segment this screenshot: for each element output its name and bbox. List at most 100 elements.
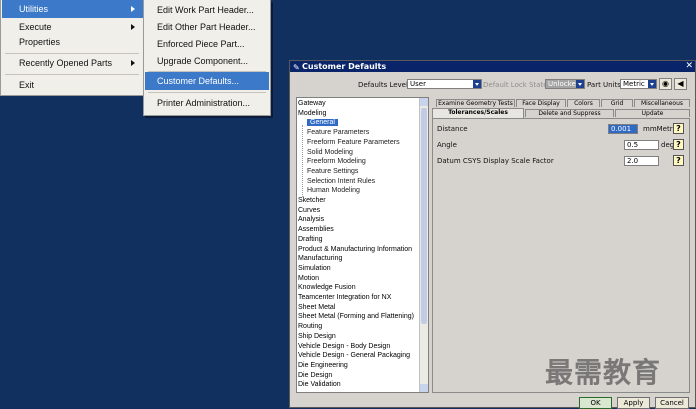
scroll-down-icon[interactable] [420, 384, 428, 392]
tab-label: Colors [574, 100, 593, 107]
back-arrow-button[interactable]: ◀ [674, 78, 687, 90]
tab-label: Face Display [522, 100, 560, 107]
tree-item-label: Die Design [298, 371, 333, 379]
tab-tolerances-scales[interactable]: Tolerances/Scales [432, 108, 524, 118]
datum-help-button[interactable]: ? [673, 155, 684, 166]
dropdown-arrow-icon [648, 80, 656, 88]
menu-item-edit-work-part-header[interactable]: Edit Work Part Header... [145, 1, 269, 19]
tab-face-display[interactable]: Face Display [516, 99, 566, 107]
tree-item[interactable]: Assemblies [297, 225, 422, 234]
tree-item[interactable]: Die Validation [297, 380, 422, 389]
tree-item[interactable]: Solid Modeling [297, 148, 428, 157]
datum-csys-scale-label: Datum CSYS Display Scale Factor [437, 157, 554, 165]
menu-item-label: Printer Administration... [157, 98, 251, 108]
tree-item[interactable]: Manufacturing [297, 254, 422, 263]
menu-item-upgrade-component[interactable]: Upgrade Component... [145, 52, 269, 70]
tree-item[interactable]: Routing [297, 322, 422, 331]
tree-item-label: Sheet Metal [298, 303, 336, 311]
tab-examine-geometry-tests[interactable]: Examine Geometry Tests [436, 99, 515, 107]
tab-label: Tolerances/Scales [448, 109, 508, 116]
tab-grid[interactable]: Grid [601, 99, 633, 107]
category-tree[interactable]: Gateway Modeling General Feature Parameters… [296, 97, 429, 393]
tree-item[interactable]: Knowledge Fusion [297, 283, 422, 292]
tab-delete-and-suppress[interactable]: Delete and Suppress [525, 109, 614, 117]
tree-item[interactable]: Teamcenter Integration for NX [297, 293, 422, 302]
dialog-title-bar: ✎ Customer Defaults ✕ [290, 61, 695, 72]
tree-item[interactable]: Die Design [297, 371, 422, 380]
tree-item[interactable]: Feature Parameters [297, 128, 428, 137]
tab-miscellaneous[interactable]: Miscellaneous [634, 99, 690, 107]
tree-item[interactable]: Ship Design [297, 332, 422, 341]
menu-item-edit-other-part-header[interactable]: Edit Other Part Header... [145, 18, 269, 36]
menu-separator [5, 74, 139, 75]
tree-item[interactable]: Sheet Metal (Forming and Flattening) [297, 312, 422, 321]
tree-item[interactable]: Freeform Feature Parameters [297, 138, 428, 147]
menu-item-label: Customer Defaults... [157, 76, 240, 86]
tree-scrollbar[interactable] [419, 98, 428, 392]
tree-item[interactable]: Die Engineering [297, 361, 422, 370]
cancel-button[interactable]: Cancel [655, 397, 689, 409]
tree-item-label: Sheet Metal (Forming and Flattening) [298, 313, 414, 321]
menu-item-properties[interactable]: Properties [2, 33, 143, 51]
tree-item-label: Motion [298, 274, 320, 282]
tree-item[interactable]: Simulation [297, 264, 422, 273]
tab-update[interactable]: Update [615, 109, 690, 117]
tab-label: Grid [610, 100, 624, 107]
tree-item[interactable]: Vehicle Design - Body Design [297, 342, 422, 351]
part-units-select[interactable]: Metric [620, 79, 657, 89]
defaults-level-select[interactable]: User [407, 79, 482, 89]
dialog-title: Customer Defaults [302, 62, 387, 71]
angle-input[interactable]: 0.5 [624, 140, 659, 150]
menu-item-printer-administration[interactable]: Printer Administration... [145, 94, 269, 112]
tree-item[interactable]: Motion [297, 274, 422, 283]
tree-item[interactable]: Freeform Modeling [297, 157, 428, 166]
menu-item-exit[interactable]: Exit [2, 76, 143, 94]
scroll-thumb[interactable] [421, 108, 427, 324]
tree-item[interactable]: Selection Intent Rules [297, 177, 428, 186]
tab-label: Update [641, 110, 664, 117]
distance-input[interactable]: 0.001 [608, 124, 638, 134]
angle-help-button[interactable]: ? [673, 139, 684, 150]
tree-item-label: Vehicle Design - Body Design [298, 342, 391, 350]
close-icon[interactable]: ✕ [685, 61, 693, 72]
default-lock-state-label: Default Lock State [483, 81, 548, 89]
apply-button[interactable]: Apply [617, 397, 650, 409]
part-units-label: Part Units [587, 81, 621, 89]
datum-csys-scale-input[interactable]: 2.0 [624, 156, 659, 166]
tree-item[interactable]: Sheet Metal [297, 303, 422, 312]
tree-item[interactable]: Gateway [297, 99, 422, 108]
tree-item-label: Feature Parameters [307, 129, 370, 137]
tree-item[interactable]: Feature Settings [297, 167, 428, 176]
tree-item[interactable]: Vehicle Design - General Packaging [297, 351, 422, 360]
menu-separator [148, 92, 266, 93]
distance-value: 0.001 [611, 125, 632, 133]
ok-button[interactable]: OK [579, 397, 612, 409]
tab-label: Delete and Suppress [538, 110, 601, 117]
menu-item-enforced-piece-part[interactable]: Enforced Piece Part... [145, 35, 269, 53]
dropdown-arrow-icon [576, 80, 584, 88]
tab-colors[interactable]: Colors [567, 99, 600, 107]
tree-item-label: Sketcher [298, 197, 326, 204]
distance-help-button[interactable]: ? [673, 123, 684, 134]
tree-item-label: General [307, 119, 338, 127]
scroll-up-icon[interactable] [420, 98, 428, 106]
menu-item-customer-defaults[interactable]: Customer Defaults... [145, 72, 269, 90]
tree-item[interactable]: Sketcher [297, 196, 422, 205]
tree-item[interactable]: Modeling [297, 109, 422, 118]
menu-item-label: Exit [19, 80, 35, 90]
tree-item[interactable]: Human Modeling [297, 186, 428, 195]
tree-item[interactable]: Analysis [297, 215, 422, 224]
defaults-level-value: User [410, 80, 426, 88]
find-binoculars-button[interactable]: ◉ [659, 78, 672, 90]
defaults-level-label: Defaults Level [358, 81, 408, 89]
help-icon: ? [676, 140, 681, 149]
tree-item[interactable]: Curves [297, 206, 422, 215]
back-arrow-icon: ◀ [677, 79, 684, 88]
tree-item[interactable]: Drafting [297, 235, 422, 244]
tree-item-label: Selection Intent Rules [307, 177, 376, 185]
tree-item[interactable]: Product & Manufacturing Information [297, 245, 422, 254]
tree-item[interactable]: General [297, 118, 428, 127]
menu-item-recently-opened-parts[interactable]: Recently Opened Parts [2, 54, 143, 72]
menu-item-label: Edit Other Part Header... [157, 22, 256, 32]
menu-item-utilities[interactable]: Utilities [2, 0, 143, 18]
